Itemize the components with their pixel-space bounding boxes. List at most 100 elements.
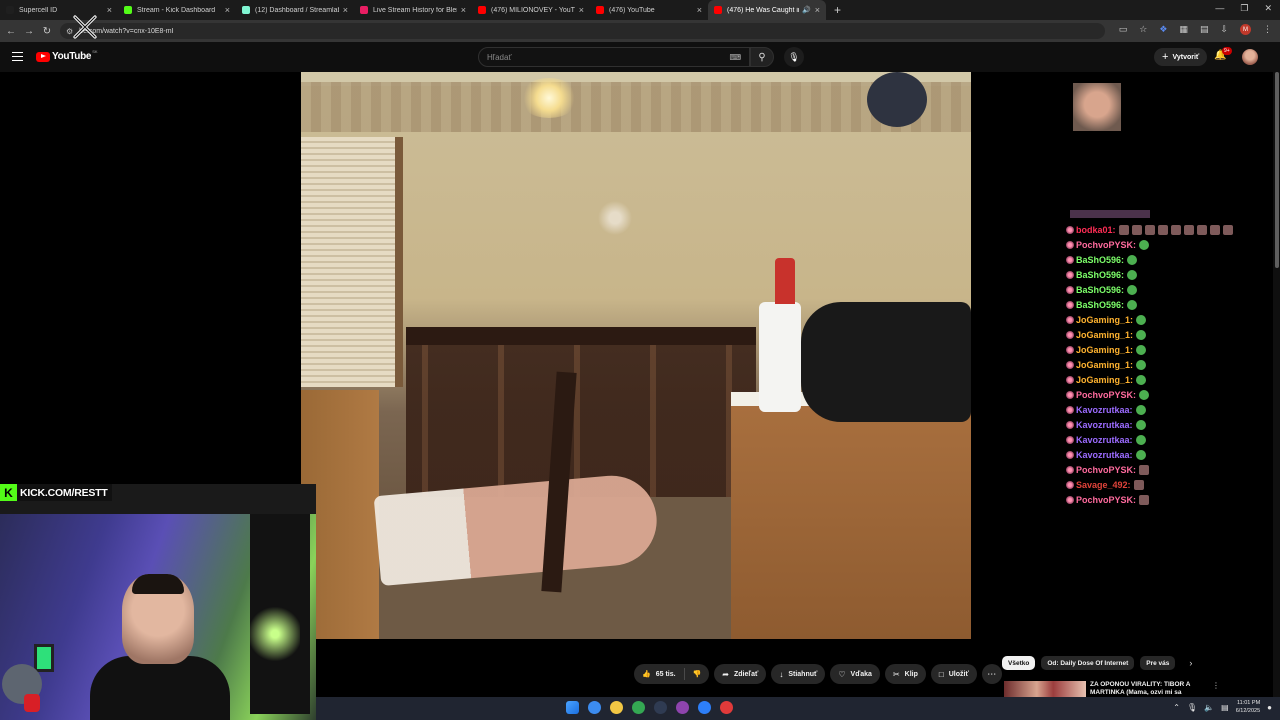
tab-audio-icon[interactable]: 🔊 [802, 6, 811, 14]
clock-date: 6/12/2025 [1235, 707, 1261, 714]
puzzle-icon[interactable]: ▦ [1179, 24, 1188, 35]
x-logo-icon [73, 15, 97, 39]
side-panel-icon[interactable]: ▤ [1200, 24, 1209, 35]
scrollbar-thumb[interactable] [1275, 72, 1279, 268]
recommended-video[interactable]: ZA OPONOU VIRALITY: TIBOR A MARTINKA (Ma… [1004, 681, 1274, 698]
taskbar-app-icon[interactable] [632, 701, 645, 714]
back-icon[interactable]: ← [2, 26, 20, 37]
download-button[interactable]: ↓ Stiahnuť [771, 664, 826, 684]
dislike-button[interactable]: 👎 [685, 664, 710, 684]
chat-colon: : [1129, 434, 1133, 445]
thanks-button[interactable]: ♡ Vďaka [830, 664, 880, 684]
share-button[interactable]: ➦ Zdieľať [714, 664, 767, 684]
chat-message: JoGaming_1: [1066, 342, 1276, 357]
new-tab-icon[interactable]: + [834, 3, 841, 17]
video-player[interactable] [301, 72, 971, 639]
network-icon[interactable]: ▤ [1221, 703, 1229, 712]
video-scene-counter [731, 392, 971, 639]
tab-close-icon[interactable]: × [697, 5, 702, 15]
profile-avatar[interactable]: M [1240, 24, 1251, 35]
taskbar-app-icon[interactable] [654, 701, 667, 714]
more-actions-button[interactable]: ⋯ [981, 664, 1002, 684]
notification-center-icon[interactable]: ● [1267, 703, 1272, 712]
close-window-icon[interactable]: ✕ [1264, 3, 1272, 14]
extension-icon[interactable]: ❖ [1159, 24, 1167, 35]
taskbar-clock[interactable]: 11:01 PM 6/12/2025 [1236, 700, 1260, 715]
browser-tab[interactable]: (12) Dashboard / Streamlabs × [236, 0, 354, 20]
scissors-icon: ✂ [892, 669, 900, 679]
tab-close-icon[interactable]: × [815, 5, 820, 15]
clock-time: 11:01 PM [1237, 700, 1261, 706]
reload-icon[interactable]: ↻ [38, 26, 56, 37]
taskbar-app-icon[interactable] [588, 701, 601, 714]
chat-username: JoGaming_1 [1076, 329, 1131, 340]
tab-close-icon[interactable]: × [107, 5, 112, 15]
browser-tab[interactable]: Live Stream History for Blerp × [354, 0, 472, 20]
bookmark-star-icon[interactable]: ☆ [1139, 24, 1147, 35]
taskbar-app-icon[interactable] [720, 701, 733, 714]
chat-message: BaShO596: [1066, 252, 1276, 267]
browser-tab[interactable]: (476) YouTube × [590, 0, 708, 20]
search-input[interactable]: Hľadať ⌨ [478, 47, 750, 67]
plus-icon: + [1162, 51, 1169, 63]
chat-username: JoGaming_1 [1076, 359, 1131, 370]
green-emote-icon [1136, 329, 1147, 340]
minimize-icon[interactable]: — [1215, 3, 1224, 14]
tab-close-icon[interactable]: × [579, 5, 584, 15]
taskbar-app-icon[interactable] [610, 701, 623, 714]
chip-for-you[interactable]: Pre vás [1140, 656, 1176, 670]
menu-icon[interactable] [12, 52, 23, 61]
green-emote-icon [1136, 314, 1147, 325]
tab-close-icon[interactable]: × [343, 5, 348, 15]
webcam-light [250, 604, 300, 664]
more-vertical-icon[interactable]: ⋮ [1212, 681, 1220, 698]
green-emote-icon [1135, 419, 1146, 430]
country-code: SK [92, 49, 98, 54]
chip-all[interactable]: Všetko [1002, 656, 1036, 670]
green-emote-icon [1139, 389, 1150, 400]
recommended-thumbnail[interactable] [1004, 681, 1086, 698]
face-emote-icon [1118, 224, 1129, 235]
voice-search-button[interactable]: 🎙 [784, 47, 804, 67]
page-scrollbar[interactable] [1273, 72, 1280, 697]
chevron-right-icon[interactable]: › [1189, 658, 1192, 668]
tab-close-icon[interactable]: × [225, 5, 230, 15]
search-icon: ⚲ [758, 51, 766, 63]
chat-colon: : [1133, 239, 1137, 250]
windows-start-icon[interactable] [566, 701, 579, 714]
youtube-logo[interactable]: YouTube SK [36, 49, 98, 62]
taskbar-app-icon[interactable] [698, 701, 711, 714]
browser-tab[interactable]: (476) MILIONOVEY - YouTube × [472, 0, 590, 20]
green-emote-icon [1135, 434, 1146, 445]
browser-tab-strip: Supercell ID × Stream - Kick Dashboard × (12… [0, 0, 1280, 20]
chevron-up-icon[interactable]: ⌃ [1173, 703, 1180, 712]
volume-icon[interactable]: 🔈 [1204, 703, 1214, 712]
account-avatar[interactable] [1242, 49, 1258, 65]
restore-icon[interactable]: ❐ [1240, 3, 1248, 14]
recommended-title[interactable]: ZA OPONOU VIRALITY: TIBOR A MARTINKA (Ma… [1090, 681, 1206, 698]
chat-message: bodka01: [1066, 222, 1276, 237]
create-button[interactable]: + Vytvoriť [1154, 48, 1208, 66]
youtube-play-icon [36, 51, 50, 62]
save-button[interactable]: □ Uložiť [930, 664, 977, 684]
chat-colon: : [1133, 464, 1137, 475]
browser-menu-icon[interactable]: ⋮ [1263, 24, 1272, 35]
address-bar[interactable]: ⚙ be.com/watch?v=cnx-10E8-mI [60, 23, 1105, 39]
keyboard-icon[interactable]: ⌨ [729, 53, 741, 62]
tab-close-icon[interactable]: × [461, 5, 466, 15]
chat-colon: : [1130, 314, 1134, 325]
downloads-icon[interactable]: ⇩ [1220, 24, 1228, 35]
forward-icon[interactable]: → [20, 26, 38, 37]
cast-icon[interactable]: ▭ [1119, 24, 1128, 35]
chat-username: bodka01 [1076, 224, 1113, 235]
taskbar-app-icon[interactable] [676, 701, 689, 714]
microphone-tray-icon[interactable]: 🎙 [1187, 703, 1197, 712]
search-button[interactable]: ⚲ [750, 47, 774, 67]
chip-from-channel[interactable]: Od: Daily Dose Of Internet [1041, 656, 1135, 670]
face-emote-icon [1170, 224, 1181, 235]
browser-tab[interactable]: (476) He Was Caught in the🔊 × [708, 0, 826, 20]
clip-button[interactable]: ✂ Klip [884, 664, 926, 684]
like-button[interactable]: 👍 65 tis. [634, 664, 684, 684]
browser-tab[interactable]: Supercell ID × [0, 0, 118, 20]
browser-tab[interactable]: Stream - Kick Dashboard × [118, 0, 236, 20]
